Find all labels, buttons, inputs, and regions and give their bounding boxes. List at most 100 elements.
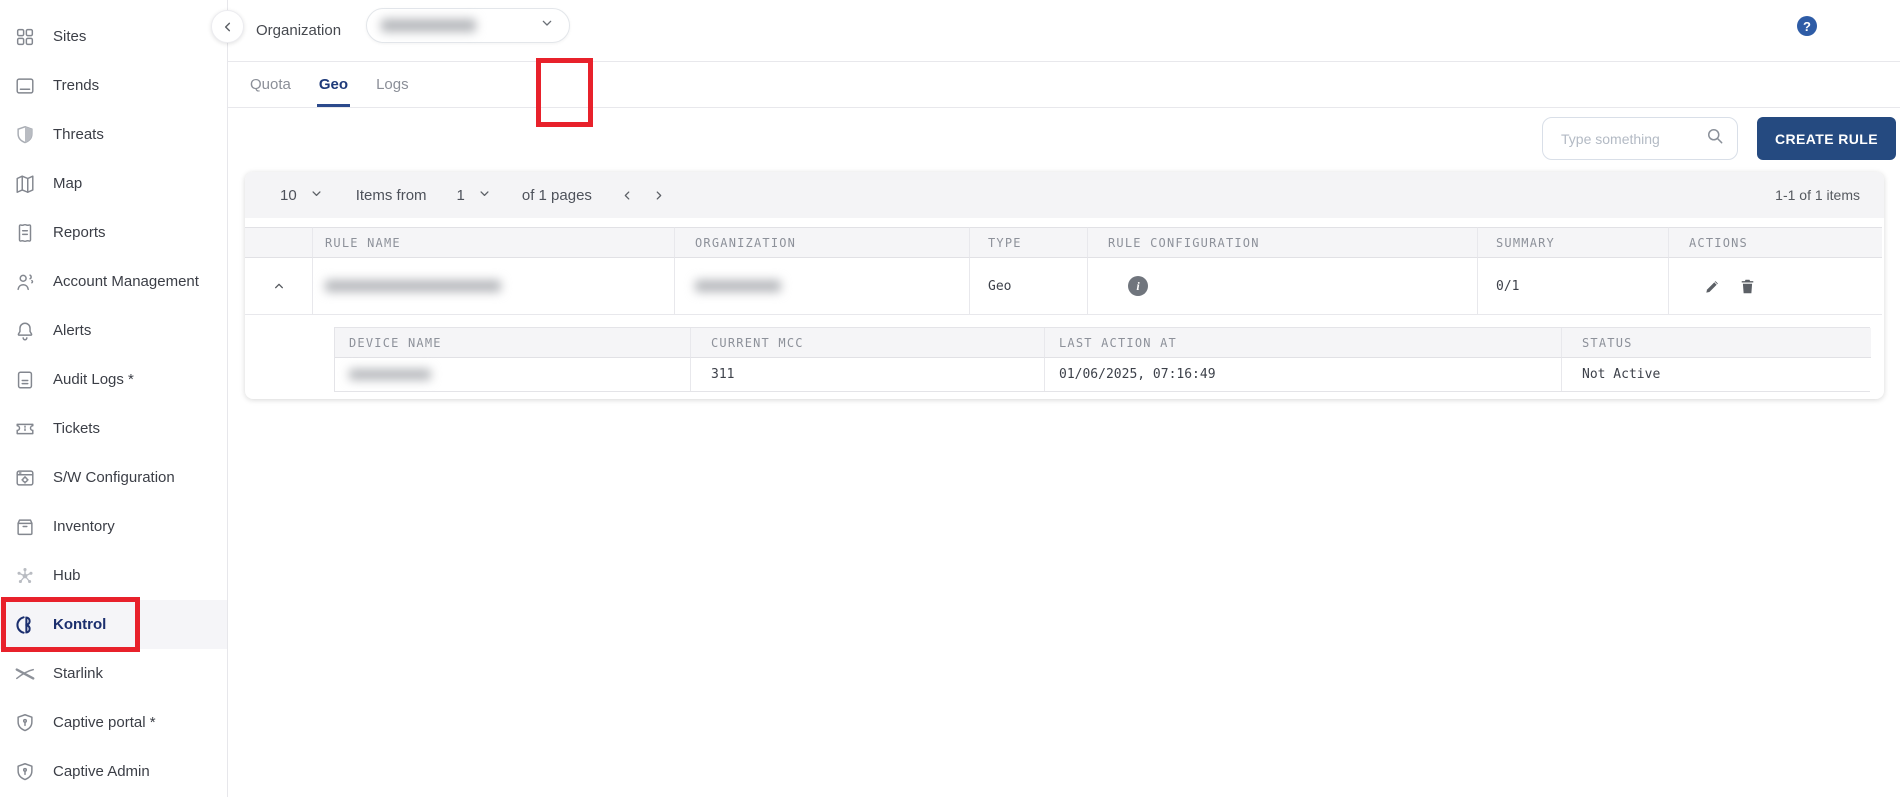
sidebar-item-label: S/W Configuration xyxy=(53,469,175,486)
summary-cell: 0/1 xyxy=(1477,258,1668,315)
sidebar-item-label: Reports xyxy=(53,224,106,241)
redacted-organization-value xyxy=(381,19,476,32)
column-header-type: TYPE xyxy=(969,227,1087,258)
info-icon[interactable]: i xyxy=(1128,276,1148,296)
previous-page-button[interactable] xyxy=(620,188,635,203)
organization-cell xyxy=(674,258,969,315)
column-header-current-mcc: CURRENT MCC xyxy=(690,328,1044,358)
rule-name-cell xyxy=(312,258,674,315)
pages-count-label: of 1 pages xyxy=(522,187,592,204)
column-header-rule-name: RULE NAME xyxy=(312,227,674,258)
pencil-icon xyxy=(1703,277,1722,296)
page-size-value: 10 xyxy=(280,187,297,204)
items-range-label: 1-1 of 1 items xyxy=(1775,187,1860,203)
sidebar-item-tickets[interactable]: Tickets xyxy=(0,404,227,453)
sidebar-item-captive-portal[interactable]: Captive portal * xyxy=(0,698,227,747)
sidebar-item-kontrol[interactable]: Kontrol xyxy=(0,600,227,649)
sidebar-item-label: Hub xyxy=(53,567,81,584)
search-input[interactable] xyxy=(1561,131,1691,147)
chevron-right-icon xyxy=(651,188,666,203)
threats-icon xyxy=(14,124,36,146)
help-button[interactable]: ? xyxy=(1797,16,1817,36)
sidebar-item-sites[interactable]: Sites xyxy=(0,12,227,61)
tab-logs[interactable]: Logs xyxy=(374,62,411,107)
captive-admin-icon xyxy=(14,761,36,783)
sw-configuration-icon xyxy=(14,467,36,489)
sidebar-item-alerts[interactable]: Alerts xyxy=(0,306,227,355)
search-icon[interactable] xyxy=(1705,126,1725,151)
sidebar-item-label: Kontrol xyxy=(53,616,106,633)
create-rule-button[interactable]: CREATE RULE xyxy=(1757,117,1896,160)
sidebar-item-label: Captive Admin xyxy=(53,763,150,780)
audit-logs-icon xyxy=(14,369,36,391)
sidebar-item-label: Starlink xyxy=(53,665,103,682)
chevron-left-icon xyxy=(620,188,635,203)
page-select[interactable]: 1 xyxy=(457,186,492,205)
sites-icon xyxy=(14,26,36,48)
sidebar-item-label: Inventory xyxy=(53,518,115,535)
redacted-organization xyxy=(695,280,781,292)
starlink-icon xyxy=(14,663,36,685)
actions-cell xyxy=(1668,258,1882,315)
chevron-down-icon xyxy=(309,186,324,205)
trends-icon xyxy=(14,75,36,97)
sidebar-item-label: Threats xyxy=(53,126,104,143)
column-header-rule-configuration: RULE CONFIGURATION xyxy=(1087,227,1477,258)
sidebar-item-reports[interactable]: Reports xyxy=(0,208,227,257)
rules-card: 10 Items from 1 of 1 pages xyxy=(245,172,1884,399)
account-management-icon xyxy=(14,271,36,293)
sidebar-item-sw-configuration[interactable]: S/W Configuration xyxy=(0,453,227,502)
column-header-summary: SUMMARY xyxy=(1477,227,1668,258)
sidebar-item-label: Sites xyxy=(53,28,86,45)
content-area: CREATE RULE 10 Items from 1 of 1 pages xyxy=(228,108,1900,797)
organization-select[interactable] xyxy=(366,8,570,43)
next-page-button[interactable] xyxy=(651,188,666,203)
chevron-up-icon xyxy=(271,278,287,294)
hub-icon xyxy=(14,565,36,587)
sidebar-item-hub[interactable]: Hub xyxy=(0,551,227,600)
redacted-device-name xyxy=(349,369,431,380)
edit-rule-button[interactable] xyxy=(1703,277,1722,296)
reports-icon xyxy=(14,222,36,244)
current-mcc-cell: 311 xyxy=(690,358,1044,391)
sidebar-item-audit-logs[interactable]: Audit Logs * xyxy=(0,355,227,404)
tab-bar: Quota Geo Logs xyxy=(228,62,1900,108)
redacted-rule-name xyxy=(325,280,501,292)
captive-portal-icon xyxy=(14,712,36,734)
sidebar-item-map[interactable]: Map xyxy=(0,159,227,208)
sidebar-collapse-button[interactable] xyxy=(211,10,244,43)
sidebar-item-label: Account Management xyxy=(53,273,199,290)
row-collapse-button[interactable] xyxy=(245,258,312,315)
tab-geo[interactable]: Geo xyxy=(317,62,350,107)
sidebar-item-captive-admin[interactable]: Captive Admin xyxy=(0,747,227,796)
sidebar-item-label: Trends xyxy=(53,77,99,94)
sidebar-item-account-management[interactable]: Account Management xyxy=(0,257,227,306)
chevron-left-icon xyxy=(220,19,236,35)
sidebar-item-label: Audit Logs * xyxy=(53,371,134,388)
sidebar-item-threats[interactable]: Threats xyxy=(0,110,227,159)
pagination-bar: 10 Items from 1 of 1 pages xyxy=(245,172,1884,218)
page-value: 1 xyxy=(457,187,465,204)
column-header-status: STATUS xyxy=(1561,328,1871,358)
column-header-last-action-at: LAST ACTION AT xyxy=(1044,328,1561,358)
organization-label: Organization xyxy=(256,22,341,39)
chevron-down-icon xyxy=(539,15,555,36)
column-header-actions: ACTIONS xyxy=(1668,227,1882,258)
expanded-row-area: DEVICE NAME CURRENT MCC LAST ACTION AT S… xyxy=(245,315,1884,392)
question-mark-icon: ? xyxy=(1803,19,1811,34)
device-table: DEVICE NAME CURRENT MCC LAST ACTION AT S… xyxy=(334,327,1870,392)
delete-rule-button[interactable] xyxy=(1738,277,1757,296)
items-from-label: Items from xyxy=(356,187,427,204)
sidebar-item-inventory[interactable]: Inventory xyxy=(0,502,227,551)
device-name-cell xyxy=(335,358,690,391)
top-bar: Organization ? xyxy=(228,0,1900,62)
page-size-select[interactable]: 10 xyxy=(280,186,324,205)
sidebar-item-starlink[interactable]: Starlink xyxy=(0,649,227,698)
header-expander-cell xyxy=(245,227,312,258)
trash-icon xyxy=(1738,277,1757,296)
sidebar-item-trends[interactable]: Trends xyxy=(0,61,227,110)
sidebar-item-label: Captive portal * xyxy=(53,714,156,731)
rule-configuration-cell: i xyxy=(1087,258,1477,315)
tab-quota[interactable]: Quota xyxy=(248,62,293,107)
chevron-down-icon xyxy=(477,186,492,205)
